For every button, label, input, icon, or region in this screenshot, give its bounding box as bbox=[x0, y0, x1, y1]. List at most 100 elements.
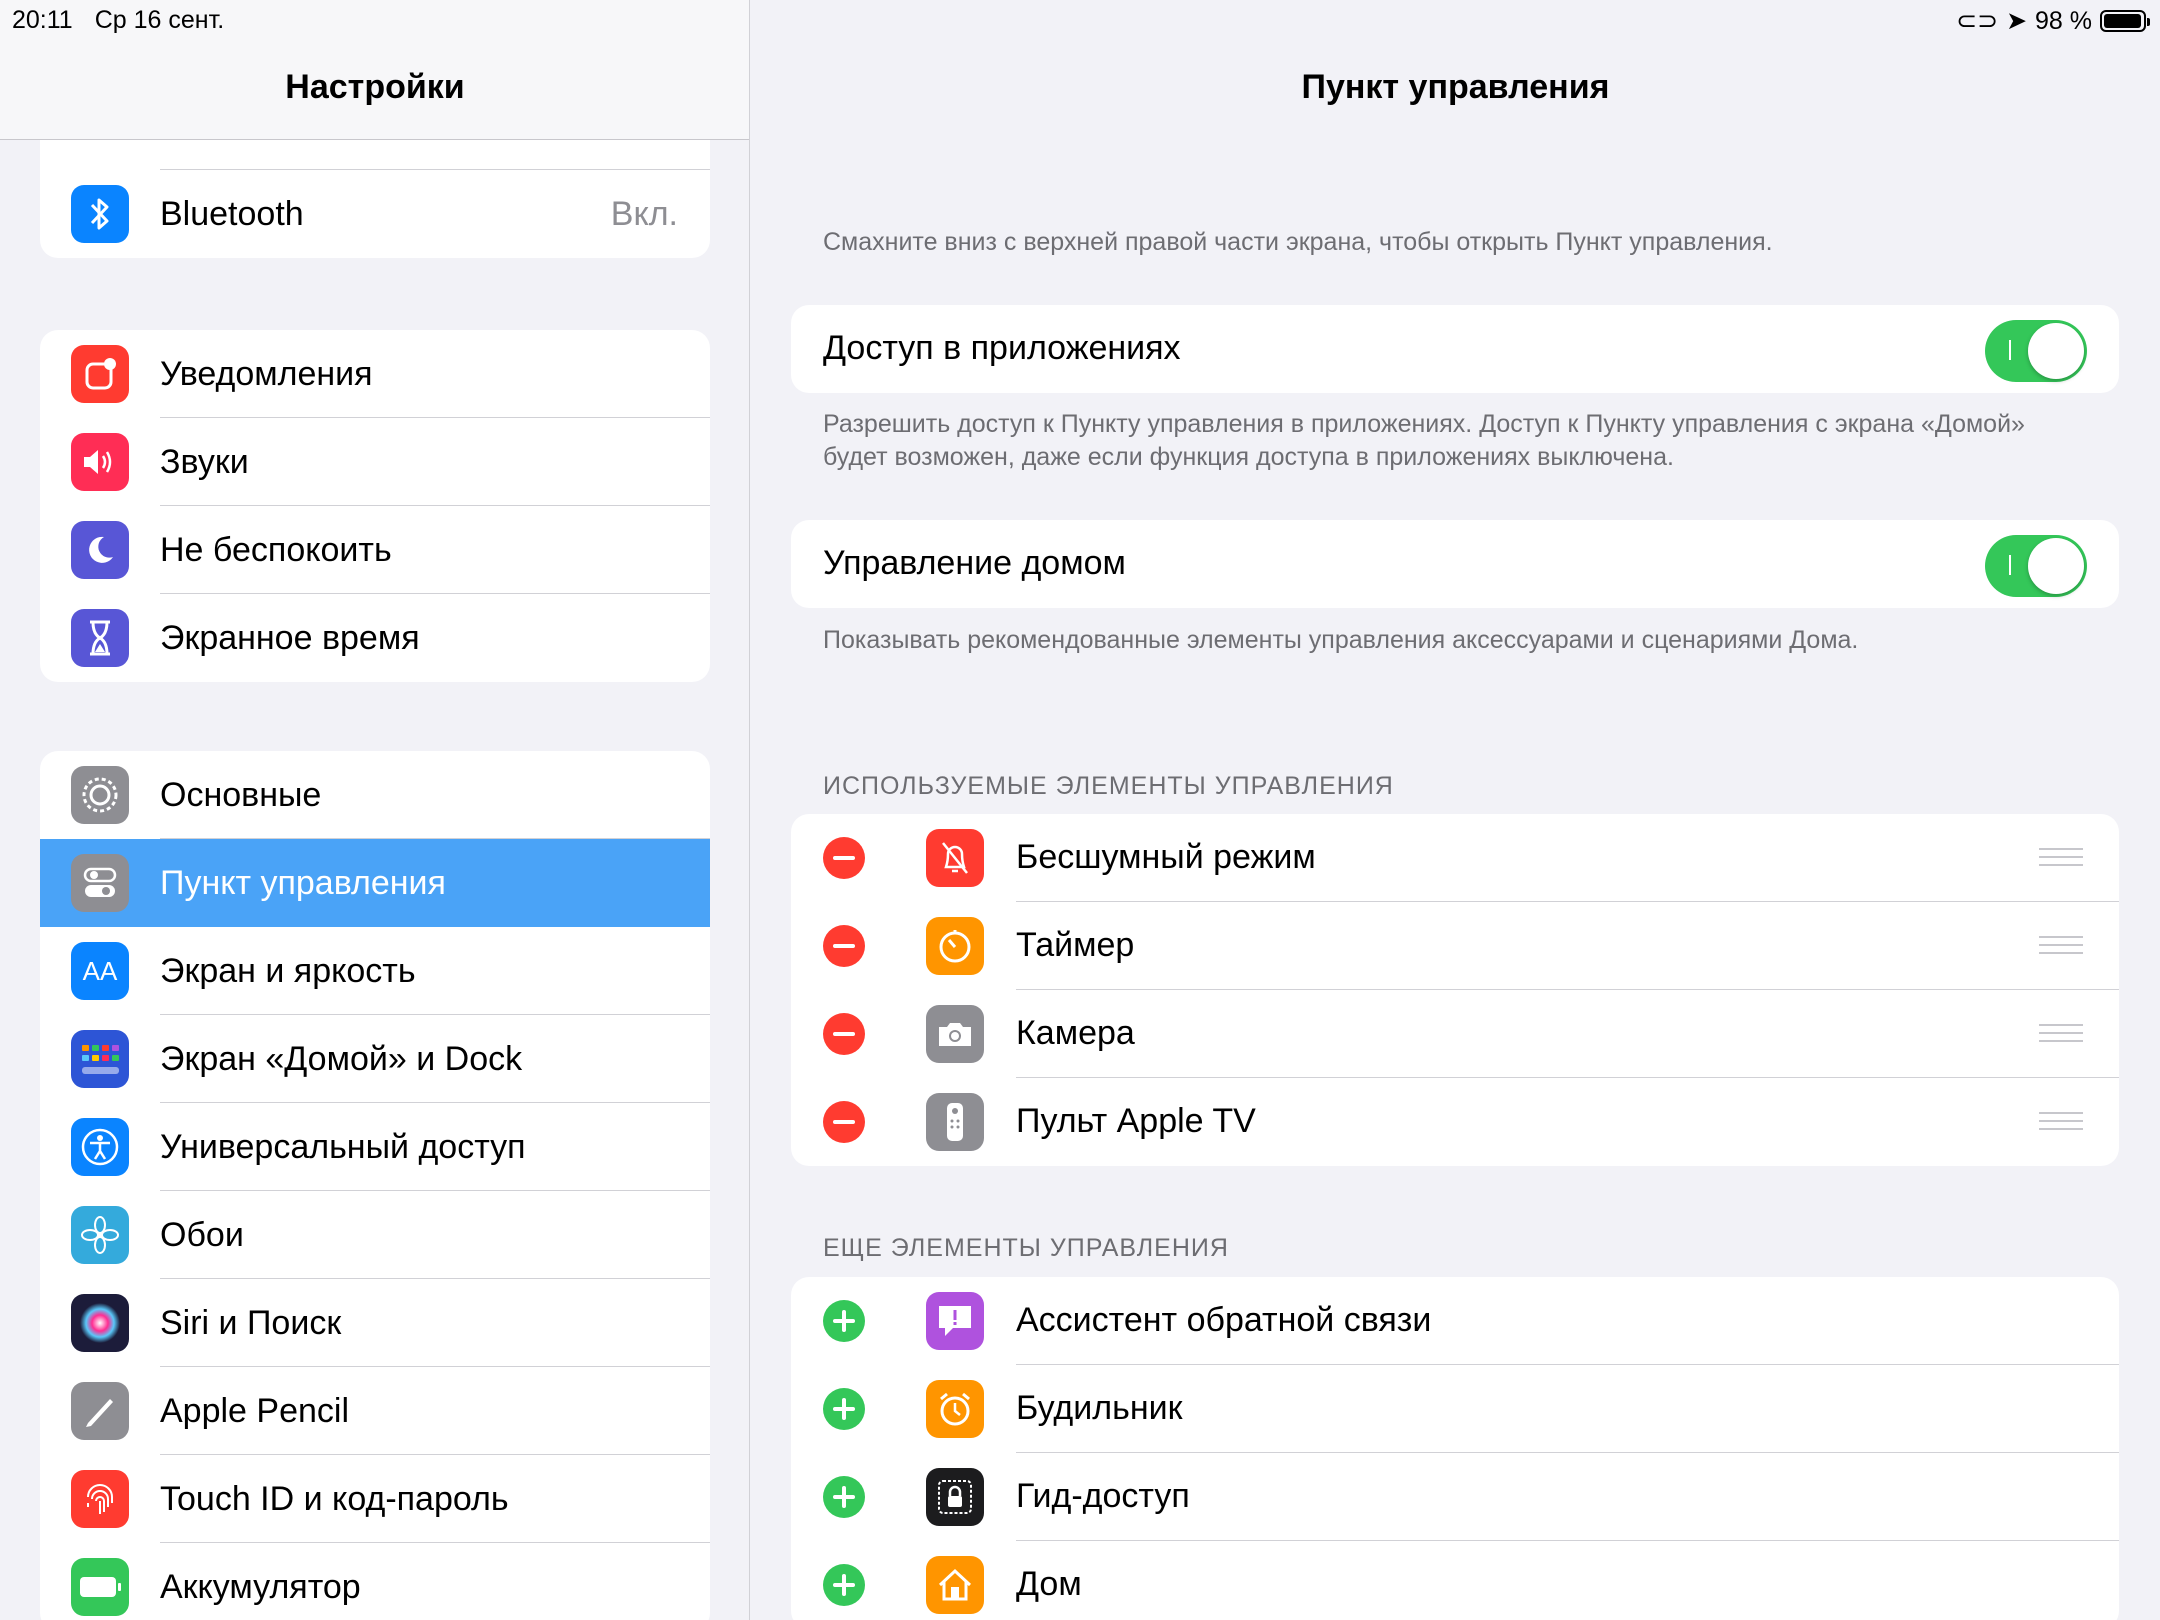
sidebar-item-bluetooth[interactable]: Bluetooth Вкл. bbox=[40, 170, 710, 258]
more-controls-list: Ассистент обратной связи Будильник Гид-д… bbox=[791, 1277, 2119, 1620]
sidebar-item-sounds[interactable]: Звуки bbox=[40, 418, 710, 506]
moon-icon bbox=[71, 521, 129, 579]
reorder-handle[interactable] bbox=[2039, 1024, 2083, 1044]
location-icon: ➤ bbox=[2006, 7, 2028, 35]
siri-icon bbox=[71, 1294, 129, 1352]
sidebar-item-label: Универсальный доступ bbox=[160, 1127, 526, 1166]
sidebar-item-display[interactable]: AA Экран и яркость bbox=[40, 927, 710, 1015]
bluetooth-icon bbox=[71, 185, 129, 243]
sidebar-item-general[interactable]: Основные bbox=[40, 751, 710, 839]
control-label: Будильник bbox=[1016, 1389, 1183, 1427]
remove-control-button[interactable] bbox=[823, 1013, 865, 1055]
sidebar-item-siri[interactable]: Siri и Поиск bbox=[40, 1279, 710, 1367]
sidebar-item-control-center[interactable]: Пункт управления bbox=[40, 839, 710, 927]
remove-control-button[interactable] bbox=[823, 837, 865, 879]
status-bar: 20:11 Ср 16 сент. ⊂⊃ ➤ 98 % bbox=[0, 0, 2160, 40]
bluetooth-status: Вкл. bbox=[610, 194, 678, 233]
status-date: Ср 16 сент. bbox=[94, 6, 225, 34]
remote-icon bbox=[926, 1093, 984, 1151]
notifications-icon bbox=[71, 345, 129, 403]
battery-icon bbox=[2100, 10, 2150, 32]
add-control-button[interactable] bbox=[823, 1388, 865, 1430]
battery-icon bbox=[71, 1558, 129, 1616]
page-title: Пункт управления bbox=[1301, 68, 1610, 106]
home-control-card: Управление домом bbox=[791, 520, 2119, 608]
sidebar-item-label: Экран и яркость bbox=[160, 951, 416, 990]
sidebar-item-label: Основные bbox=[160, 775, 322, 814]
home-control-row: Управление домом bbox=[791, 520, 2119, 608]
more-control-guided-access: Гид-доступ bbox=[791, 1453, 2119, 1541]
home-grid-icon bbox=[71, 1030, 129, 1088]
sidebar-item-label: Звуки bbox=[160, 442, 249, 481]
sidebar-item-label: Уведомления bbox=[160, 354, 373, 393]
guided-access-icon bbox=[926, 1468, 984, 1526]
control-label: Дом bbox=[1016, 1565, 1082, 1603]
sidebar-title: Настройки bbox=[285, 68, 465, 106]
access-in-apps-row: Доступ в приложениях bbox=[791, 305, 2119, 393]
sidebar-group-general: Основные Пункт управления AA Экран и ярк… bbox=[40, 751, 710, 1620]
bell-slash-icon bbox=[926, 829, 984, 887]
control-label: Ассистент обратной связи bbox=[1016, 1301, 1432, 1339]
more-control-feedback-assistant: Ассистент обратной связи bbox=[791, 1277, 2119, 1365]
intro-note: Смахните вниз с верхней правой части экр… bbox=[823, 228, 1773, 256]
hourglass-icon bbox=[71, 609, 129, 667]
settings-sidebar: Настройки Bluetooth Вкл. Уведомления Зву… bbox=[0, 0, 750, 1620]
more-control-home: Дом bbox=[791, 1541, 2119, 1620]
sidebar-item-apple-pencil[interactable]: Apple Pencil bbox=[40, 1367, 710, 1455]
remove-control-button[interactable] bbox=[823, 925, 865, 967]
control-label: Бесшумный режим bbox=[1016, 838, 1316, 876]
sidebar-item-home-screen[interactable]: Экран «Домой» и Dock bbox=[40, 1015, 710, 1103]
sidebar-item-label: Touch ID и код-пароль bbox=[160, 1479, 509, 1518]
sidebar-item-label: Аккумулятор bbox=[160, 1567, 361, 1606]
sidebar-item-label: Не беспокоить bbox=[160, 530, 392, 569]
sidebar-item-label: Экранное время bbox=[160, 618, 420, 657]
access-in-apps-label: Доступ в приложениях bbox=[823, 329, 1181, 367]
flower-icon bbox=[71, 1206, 129, 1264]
control-label: Таймер bbox=[1016, 926, 1135, 964]
control-label: Камера bbox=[1016, 1014, 1135, 1052]
included-control-silent: Бесшумный режим bbox=[791, 814, 2119, 902]
sidebar-item-notifications[interactable]: Уведомления bbox=[40, 330, 710, 418]
display-aa-icon: AA bbox=[71, 942, 129, 1000]
home-icon bbox=[926, 1556, 984, 1614]
included-control-timer: Таймер bbox=[791, 902, 2119, 990]
access-in-apps-card: Доступ в приложениях bbox=[791, 305, 2119, 393]
included-controls-list: Бесшумный режим Таймер Камера Пульт Appl… bbox=[791, 814, 2119, 1166]
sidebar-item-battery[interactable]: Аккумулятор bbox=[40, 1543, 710, 1620]
access-note: Разрешить доступ к Пункту управления в п… bbox=[823, 410, 2025, 471]
battery-percent: 98 % bbox=[2035, 6, 2092, 35]
feedback-icon bbox=[926, 1292, 984, 1350]
link-icon: ⊂⊃ bbox=[1956, 7, 1999, 35]
control-center-panel: Пункт управления Смахните вниз с верхней… bbox=[751, 0, 2160, 1620]
home-note: Показывать рекомендованные элементы упра… bbox=[823, 626, 1859, 654]
reorder-handle[interactable] bbox=[2039, 1112, 2083, 1132]
home-control-label: Управление домом bbox=[823, 544, 1126, 582]
accessibility-icon bbox=[71, 1118, 129, 1176]
reorder-handle[interactable] bbox=[2039, 936, 2083, 956]
remove-control-button[interactable] bbox=[823, 1101, 865, 1143]
control-label: Пульт Apple TV bbox=[1016, 1102, 1256, 1140]
sidebar-item-label: Bluetooth bbox=[160, 194, 304, 233]
sidebar-item-touch-id[interactable]: Touch ID и код-пароль bbox=[40, 1455, 710, 1543]
timer-icon bbox=[926, 917, 984, 975]
add-control-button[interactable] bbox=[823, 1300, 865, 1342]
sounds-icon bbox=[71, 433, 129, 491]
access-in-apps-toggle[interactable] bbox=[1985, 320, 2087, 382]
sidebar-item-accessibility[interactable]: Универсальный доступ bbox=[40, 1103, 710, 1191]
included-control-camera: Камера bbox=[791, 990, 2119, 1078]
status-time: 20:11 bbox=[12, 6, 73, 34]
add-control-button[interactable] bbox=[823, 1564, 865, 1606]
home-control-toggle[interactable] bbox=[1985, 535, 2087, 597]
sidebar-item-label: Обои bbox=[160, 1215, 244, 1254]
toggles-icon bbox=[71, 854, 129, 912]
reorder-handle[interactable] bbox=[2039, 848, 2083, 868]
camera-icon bbox=[926, 1005, 984, 1063]
sidebar-item-label: Экран «Домой» и Dock bbox=[160, 1039, 523, 1078]
pencil-icon bbox=[71, 1382, 129, 1440]
sidebar-item-wallpaper[interactable]: Обои bbox=[40, 1191, 710, 1279]
sidebar-item-label: Пункт управления bbox=[160, 863, 446, 902]
fingerprint-icon bbox=[71, 1470, 129, 1528]
add-control-button[interactable] bbox=[823, 1476, 865, 1518]
sidebar-item-screen-time[interactable]: Экранное время bbox=[40, 594, 710, 682]
sidebar-item-do-not-disturb[interactable]: Не беспокоить bbox=[40, 506, 710, 594]
